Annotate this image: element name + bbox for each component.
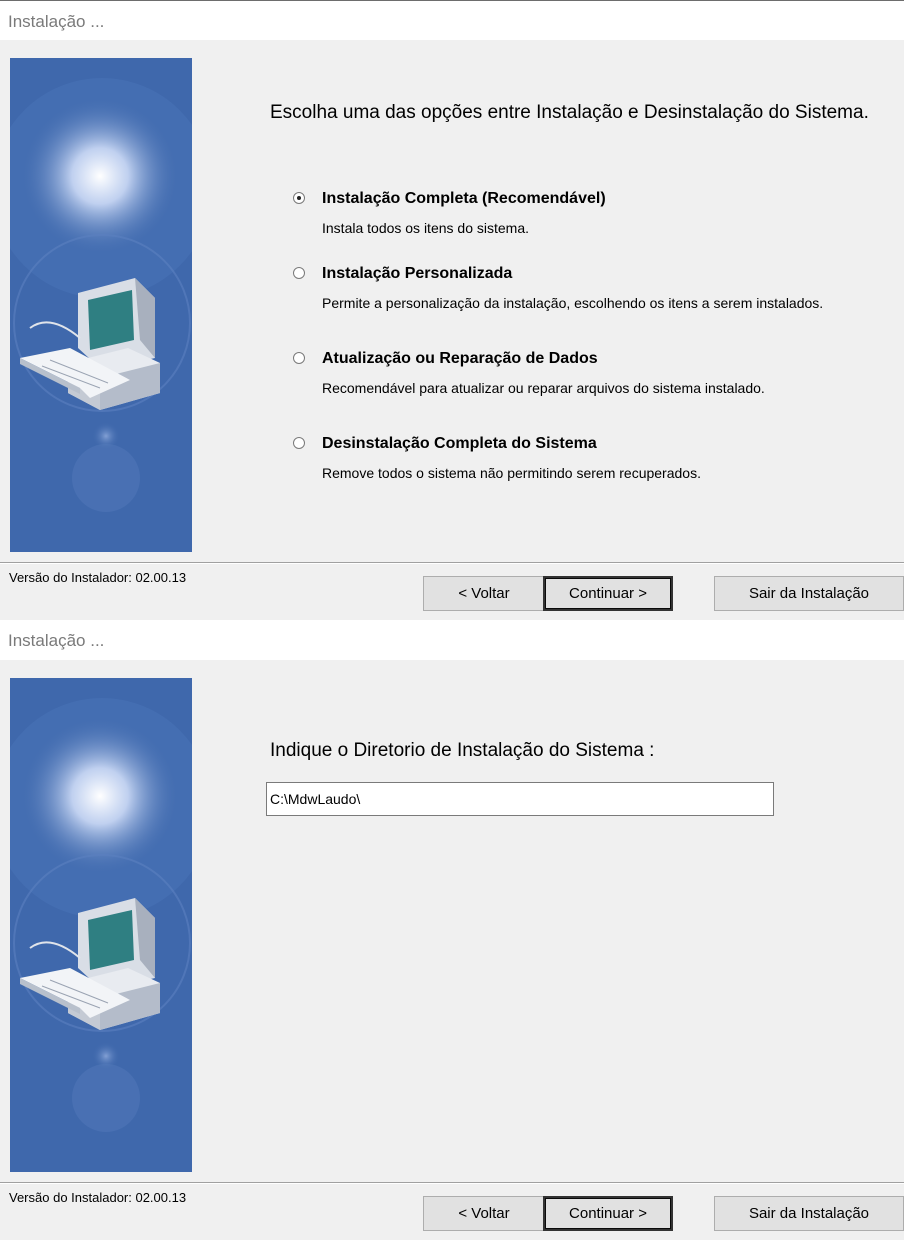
- side-banner: [10, 58, 192, 552]
- computer-illustration-icon: [10, 58, 192, 552]
- exit-setup-button[interactable]: Sair da Instalação: [714, 1196, 904, 1231]
- computer-illustration-icon: [10, 678, 192, 1172]
- installer-version: Versão do Instalador: 02.00.13: [9, 1190, 187, 1205]
- footer-divider: [0, 1182, 904, 1184]
- back-button[interactable]: < Voltar: [423, 1196, 545, 1231]
- footer-divider: [0, 562, 904, 564]
- radio-full-install[interactable]: [293, 192, 305, 204]
- back-button[interactable]: < Voltar: [423, 576, 545, 611]
- option-description: Instala todos os itens do sistema.: [322, 220, 529, 236]
- option-label[interactable]: Atualização ou Reparação de Dados: [322, 350, 598, 368]
- option-description: Remove todos o sistema não permitindo se…: [322, 465, 701, 481]
- continue-button[interactable]: Continuar >: [543, 1196, 673, 1231]
- continue-button[interactable]: Continuar >: [543, 576, 673, 611]
- side-banner: [10, 678, 192, 1172]
- title-bar[interactable]: Instalação ...: [0, 620, 904, 660]
- title-bar[interactable]: Instalação ...: [0, 0, 904, 40]
- option-label[interactable]: Instalação Personalizada: [322, 265, 512, 283]
- radio-update-repair[interactable]: [293, 352, 305, 364]
- option-description: Permite a personalização da instalação, …: [322, 295, 824, 311]
- installer-version: Versão do Instalador: 02.00.13: [9, 570, 187, 585]
- option-description: Recomendável para atualizar ou reparar a…: [322, 380, 765, 396]
- radio-custom-install[interactable]: [293, 267, 305, 279]
- setup-dialog-directory: Instalação ... Indique o Diretorio de In…: [0, 620, 904, 1240]
- directory-prompt: Indique o Diretorio de Instalação do Sis…: [270, 740, 655, 761]
- window-title: Instalação ...: [8, 631, 105, 650]
- window-title: Instalação ...: [8, 12, 105, 31]
- exit-setup-button[interactable]: Sair da Instalação: [714, 576, 904, 611]
- install-directory-input[interactable]: [266, 782, 774, 816]
- step-heading: Escolha uma das opções entre Instalação …: [270, 102, 869, 123]
- option-label[interactable]: Desinstalação Completa do Sistema: [322, 435, 597, 453]
- setup-dialog-options: Instalação ... Escolha uma das opções en…: [0, 0, 904, 620]
- option-label[interactable]: Instalação Completa (Recomendável): [322, 190, 606, 208]
- radio-uninstall[interactable]: [293, 437, 305, 449]
